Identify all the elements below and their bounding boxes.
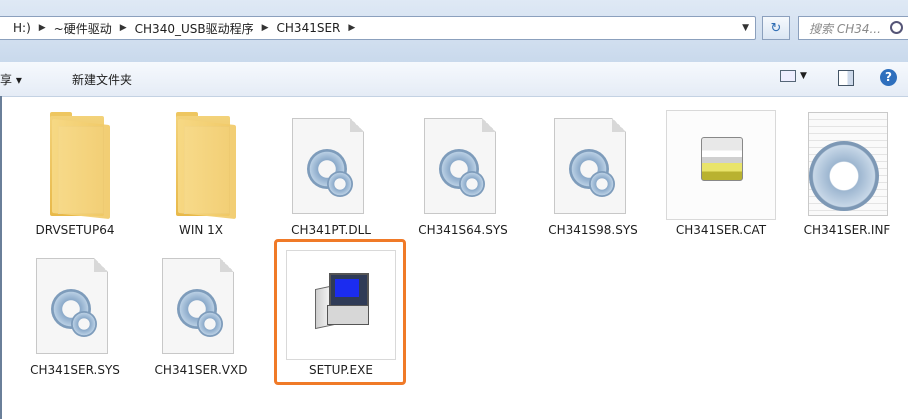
breadcrumb-drive[interactable]: H:) [7,21,37,35]
address-bar[interactable]: H:) ▶ ~硬件驱动 ▶ CH340_USB驱动程序 ▶ CH341SER ▶… [0,16,756,40]
file-item-ch341ser-inf[interactable]: CH341SER.INF [792,108,902,248]
file-item-ch341ser-sys[interactable]: CH341SER.SYS [20,248,130,388]
selection-highlight-frame [274,239,406,385]
file-name: CH341SER.CAT [675,223,767,237]
folder-icon [176,112,236,220]
folder-icon [50,112,110,220]
breadcrumb-ch341ser[interactable]: CH341SER [271,21,347,35]
address-bar-row: H:) ▶ ~硬件驱动 ▶ CH340_USB驱动程序 ▶ CH341SER ▶… [0,0,908,63]
chevron-down-icon: ▼ [800,71,807,81]
breadcrumb-separator-icon[interactable]: ▶ [260,23,271,33]
system-file-icon [162,258,234,354]
breadcrumb-separator-icon[interactable]: ▶ [346,23,357,33]
system-file-icon [36,258,108,354]
system-file-icon [554,118,626,214]
breadcrumb-hardware-drivers[interactable]: ~硬件驱动 [48,20,118,37]
file-item-ch341pt-dll[interactable]: CH341PT.DLL [276,108,386,248]
breadcrumb-ch340-usb-driver[interactable]: CH340_USB驱动程序 [129,20,260,37]
file-name: CH341SER.INF [803,223,891,237]
share-button[interactable]: 享 ▾ [0,71,22,88]
breadcrumb-separator-icon[interactable]: ▶ [37,23,48,33]
file-name: WIN 1X [178,223,224,237]
file-item-win-1x[interactable]: WIN 1X [146,108,256,248]
file-name: CH341SER.VXD [154,363,248,377]
refresh-button[interactable]: ↻ [762,16,790,40]
catalog-file-thumbnail [666,110,776,220]
help-icon[interactable]: ? [880,69,897,86]
window-left-border [0,96,2,419]
file-name: CH341S98.SYS [548,223,638,237]
preview-pane-button[interactable] [838,70,854,86]
refresh-icon: ↻ [770,20,782,36]
file-item-ch341ser-vxd[interactable]: CH341SER.VXD [146,248,256,388]
file-name: CH341SER.SYS [30,363,120,377]
file-item-drvsetup64[interactable]: DRVSETUP64 [20,108,130,248]
search-icon[interactable] [890,21,903,34]
system-file-icon [424,118,496,214]
file-name: CH341S64.SYS [418,223,508,237]
new-folder-button[interactable]: 新建文件夹 [72,71,132,88]
file-item-ch341s98-sys[interactable]: CH341S98.SYS [538,108,648,248]
file-name: CH341PT.DLL [291,223,371,237]
search-input[interactable]: 搜索 CH34... [798,16,908,40]
file-item-ch341s64-sys[interactable]: CH341S64.SYS [408,108,518,248]
file-item-ch341ser-cat[interactable]: CH341SER.CAT [666,108,776,248]
command-toolbar: 享 ▾ 新建文件夹 ▼ ? [0,62,908,97]
views-icon [780,70,796,82]
address-history-dropdown-icon[interactable]: ▼ [742,23,749,33]
catalog-icon [701,137,743,181]
file-name: DRVSETUP64 [35,223,115,237]
setup-info-file-icon [808,112,888,216]
breadcrumb-separator-icon[interactable]: ▶ [118,23,129,33]
system-file-icon [292,118,364,214]
change-view-button[interactable]: ▼ [780,70,807,82]
